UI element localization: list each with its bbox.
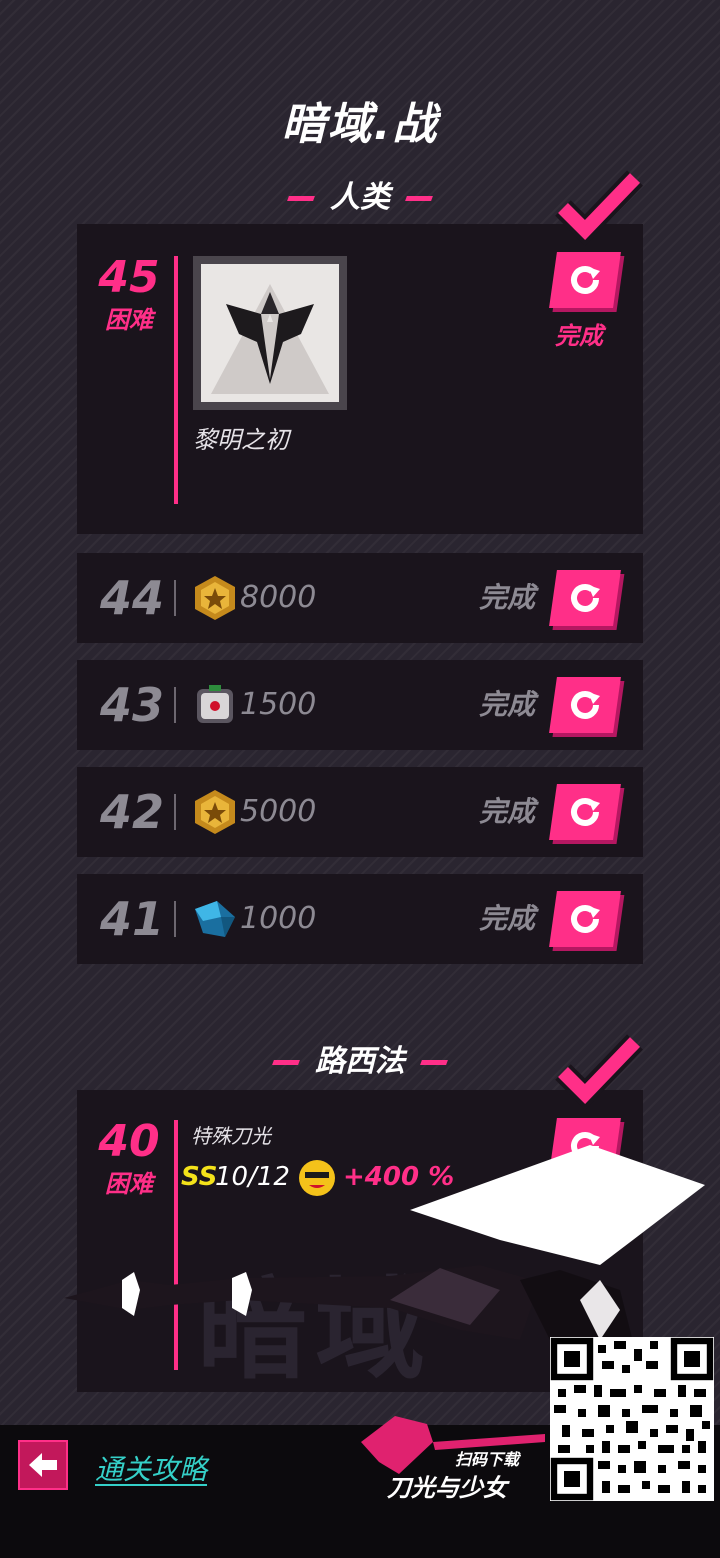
- row-divider: [174, 687, 176, 723]
- status-complete-label: 完成: [555, 322, 603, 350]
- reward-amount: 8000: [240, 580, 317, 615]
- replay-button[interactable]: [549, 252, 621, 308]
- level-row[interactable]: 41 1000 完成: [77, 874, 643, 964]
- refresh-icon: [571, 691, 600, 719]
- guide-link[interactable]: 通关攻略: [95, 1448, 207, 1488]
- promo-title: 刀光与少女: [387, 1474, 507, 1502]
- promo-banner[interactable]: 扫码下载 刀光与少女: [355, 1412, 545, 1502]
- heading-dash-left: [272, 1060, 300, 1065]
- blue-crystal-icon: [195, 901, 235, 937]
- gold-coin-icon: [195, 790, 235, 834]
- status-complete-label: 完成: [479, 795, 536, 828]
- reward-amount: 1000: [240, 901, 317, 936]
- level-row[interactable]: 44 8000 完成: [77, 553, 643, 643]
- refresh-icon: [571, 266, 600, 294]
- qr-code-icon: [550, 1337, 714, 1501]
- status-complete-label: 完成: [479, 688, 536, 721]
- level-row[interactable]: 43 1500 完成: [77, 660, 643, 750]
- featured-level-panel: 45 困难 黎明之初 完成: [77, 224, 643, 534]
- level-number: 43: [99, 678, 164, 732]
- replay-button[interactable]: [549, 570, 621, 626]
- status-complete-label: 完成: [479, 581, 536, 614]
- level-number: 44: [99, 571, 164, 625]
- level-number: 42: [99, 785, 164, 839]
- heading-dash-left: [287, 196, 315, 201]
- replay-button[interactable]: [549, 891, 621, 947]
- robot-head-icon: [197, 685, 233, 723]
- arrow-left-icon: [29, 1453, 57, 1477]
- refresh-icon: [571, 584, 600, 612]
- reward-amount: 5000: [240, 794, 317, 829]
- heading-dash-right: [420, 1060, 448, 1065]
- checkmark-icon: [555, 170, 643, 246]
- reward-amount: 1500: [240, 687, 317, 722]
- page-title: 暗域.战: [281, 99, 439, 150]
- level-number: 41: [99, 892, 164, 946]
- refresh-icon: [571, 798, 600, 826]
- difficulty-label: 困难: [105, 306, 153, 334]
- back-button[interactable]: [18, 1440, 68, 1490]
- reward-name: 黎明之初: [193, 426, 289, 454]
- level-row[interactable]: 42 5000 完成: [77, 767, 643, 857]
- row-divider: [174, 794, 176, 830]
- promo-scan-label: 扫码下载: [455, 1450, 520, 1469]
- dark-mask-icon: [211, 284, 329, 394]
- checkmark-icon: [555, 1034, 643, 1110]
- refresh-icon: [571, 905, 600, 933]
- status-complete-label: 完成: [479, 902, 536, 935]
- reward-portrait: [201, 264, 339, 402]
- row-divider: [174, 580, 176, 616]
- heading-dash-right: [405, 196, 433, 201]
- level-number: 45: [98, 252, 160, 303]
- section-name: 人类: [330, 180, 390, 215]
- replay-button[interactable]: [549, 677, 621, 733]
- row-divider: [174, 901, 176, 937]
- vertical-divider: [174, 256, 178, 504]
- replay-button[interactable]: [549, 784, 621, 840]
- reward-portrait-frame[interactable]: [193, 256, 347, 410]
- section-name: 路西法: [315, 1044, 405, 1079]
- gold-coin-icon: [195, 576, 235, 620]
- qr-code[interactable]: [550, 1337, 714, 1501]
